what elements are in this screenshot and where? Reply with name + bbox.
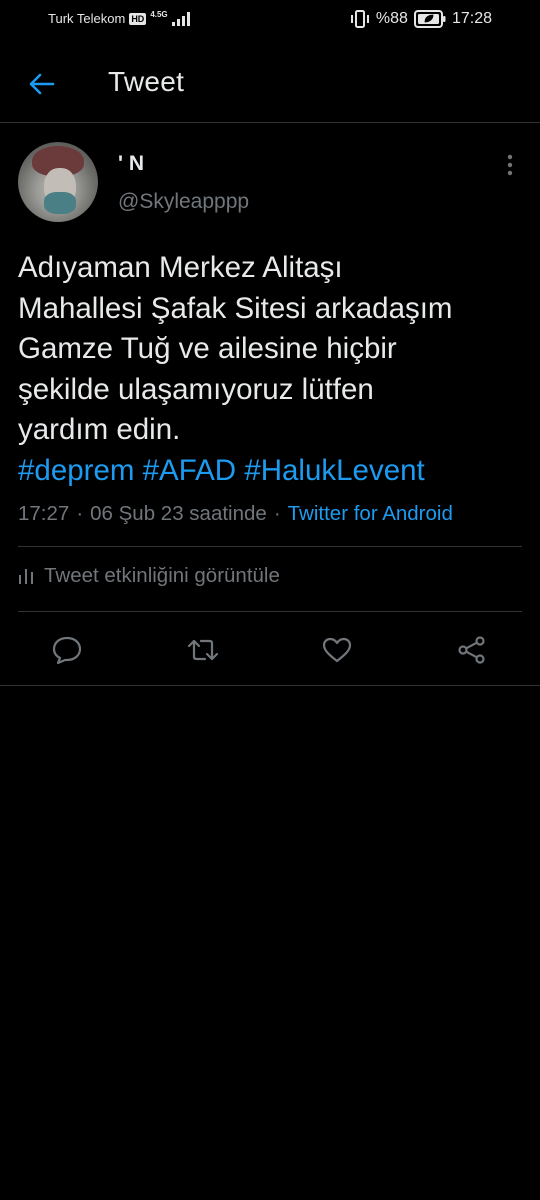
network-type: 4.5G: [150, 9, 168, 19]
bar-chart-icon: [19, 569, 33, 584]
tweet-text-line: Mahallesi Şafak Sitesi arkadaşım: [18, 291, 453, 325]
retweet-button[interactable]: [183, 628, 223, 672]
tweet-text: Adıyaman Merkez Alitaşı Mahallesi Şafak …: [18, 248, 528, 492]
status-right: %88 17:28: [350, 10, 492, 28]
tweet-text-line: şekilde ulaşamıyoruz lütfen: [18, 372, 374, 406]
clock: 17:28: [451, 10, 492, 27]
tweet-time: 17:27: [18, 502, 70, 525]
comment-icon: [52, 636, 82, 664]
arrow-left-icon: [29, 73, 55, 95]
status-left: Turk Telekom HD 4.5G: [48, 9, 190, 26]
more-options-button[interactable]: [498, 150, 522, 180]
divider: [18, 546, 522, 547]
heart-icon: [322, 637, 352, 663]
battery-icon: [413, 10, 446, 28]
more-vertical-icon: [507, 154, 513, 176]
display-name[interactable]: ' N: [118, 152, 144, 176]
tweet-date: 06 Şub 23 saatinde: [90, 502, 267, 525]
share-button[interactable]: [452, 628, 492, 672]
carrier-name: Turk Telekom: [48, 11, 126, 26]
hd-badge: HD: [129, 12, 147, 25]
page-title: Tweet: [108, 66, 185, 97]
tweet-actions: [0, 628, 540, 672]
hashtag-deprem[interactable]: #deprem: [18, 454, 134, 487]
tweet-source-link[interactable]: Twitter for Android: [288, 502, 453, 525]
hashtag-afad[interactable]: #AFAD: [143, 454, 236, 487]
avatar-mask: [44, 192, 76, 214]
battery-percent: %88: [375, 10, 408, 27]
meta-separator: ·: [76, 502, 84, 525]
tweet-text-line: Gamze Tuğ ve ailesine hiçbir: [18, 332, 397, 366]
signal-icon: [171, 11, 190, 26]
status-bar: Turk Telekom HD 4.5G %88 17:28: [0, 0, 540, 40]
retweet-icon: [187, 639, 219, 661]
share-icon: [458, 636, 485, 664]
user-handle[interactable]: @Skyleapppp: [118, 190, 249, 214]
view-activity-label: Tweet etkinliğini görüntüle: [44, 564, 280, 587]
meta-separator: ·: [273, 502, 281, 525]
like-button[interactable]: [317, 628, 357, 672]
divider: [18, 611, 522, 612]
tweet-text-line: yardım edin.: [18, 413, 181, 447]
app-header: Tweet: [0, 42, 540, 123]
tweet-text-line: Adıyaman Merkez Alitaşı: [18, 251, 343, 284]
hashtag-haluklevent[interactable]: #HalukLevent: [244, 454, 424, 487]
hashtag-line: #deprem #AFAD #HalukLevent: [18, 451, 528, 492]
back-button[interactable]: [22, 64, 62, 104]
view-activity-link[interactable]: Tweet etkinliğini görüntüle: [18, 564, 280, 588]
avatar[interactable]: [18, 142, 98, 222]
divider: [0, 685, 540, 686]
tweet-meta: 17:27 · 06 Şub 23 saatinde · Twitter for And…: [18, 502, 453, 526]
vibrate-icon: [350, 10, 370, 28]
reply-button[interactable]: [47, 628, 87, 672]
